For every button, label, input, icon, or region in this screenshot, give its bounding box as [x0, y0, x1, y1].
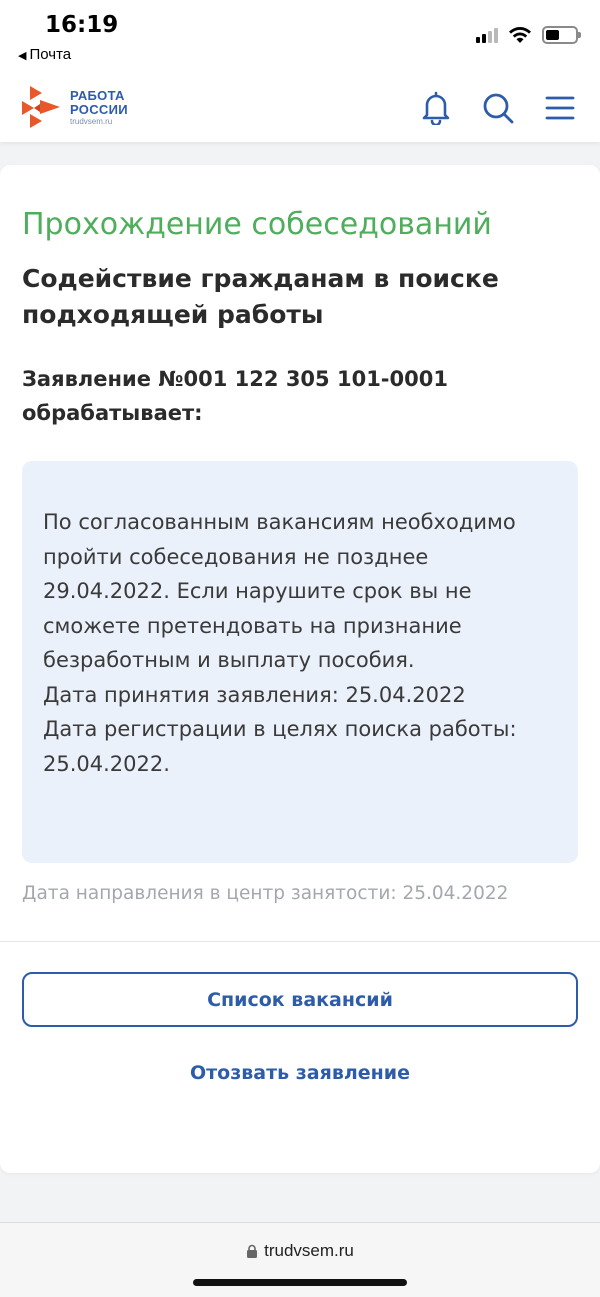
search-icon [483, 93, 514, 124]
logo-domain: trudvsem.ru [70, 116, 113, 126]
bell-icon [422, 91, 450, 125]
wifi-icon [509, 27, 531, 43]
application-card: Прохождение собеседований Содействие гра… [0, 165, 600, 1173]
app-header: РАБОТА РОССИИ trudvsem.ru [0, 76, 600, 142]
interview-deadline-notice: По согласованным вакансиям необходимо пр… [43, 510, 516, 672]
header-actions [416, 88, 580, 128]
address-bar[interactable]: trudvsem.ru [0, 1241, 600, 1261]
search-button[interactable] [478, 88, 518, 128]
notifications-button[interactable] [416, 88, 456, 128]
browser-bottom-bar: trudvsem.ru [0, 1222, 600, 1297]
battery-icon [542, 26, 581, 44]
home-indicator[interactable] [193, 1279, 407, 1286]
logo-line-2: РОССИИ [70, 101, 128, 117]
vacancies-list-button[interactable]: Список вакансий [22, 972, 578, 1027]
status-bar: 16:19 ◀ Почта [0, 0, 600, 76]
withdraw-application-link[interactable]: Отозвать заявление [22, 1058, 578, 1088]
back-to-app-label: Почта [29, 46, 72, 63]
logo-line-1: РАБОТА [70, 87, 125, 103]
service-title: Содействие гражданам в поиске подходящей… [22, 264, 499, 329]
cellular-signal-icon [476, 27, 498, 43]
status-time: 16:19 [45, 12, 119, 38]
application-status: Заявление №001 122 305 101-0001 обрабаты… [22, 367, 448, 425]
menu-icon [545, 96, 575, 120]
referral-date: Дата направления в центр занятости: 25.0… [22, 883, 509, 904]
logo[interactable]: РАБОТА РОССИИ trudvsem.ru [20, 84, 128, 130]
divider [0, 941, 600, 942]
stage-title: Прохождение собеседований [22, 207, 492, 242]
menu-button[interactable] [540, 88, 580, 128]
back-to-app-link[interactable]: ◀ Почта [18, 46, 71, 63]
url-text: trudvsem.ru [264, 1241, 354, 1260]
acceptance-date: Дата принятия заявления: 25.04.2022 [43, 682, 466, 707]
back-triangle-icon: ◀ [18, 50, 27, 62]
registration-date: Дата регистрации в целях поиска работы: … [43, 717, 517, 776]
info-box: По согласованным вакансиям необходимо пр… [22, 461, 578, 863]
status-icons [476, 26, 581, 44]
lock-icon [247, 1244, 258, 1258]
logo-mark-icon [22, 86, 60, 128]
